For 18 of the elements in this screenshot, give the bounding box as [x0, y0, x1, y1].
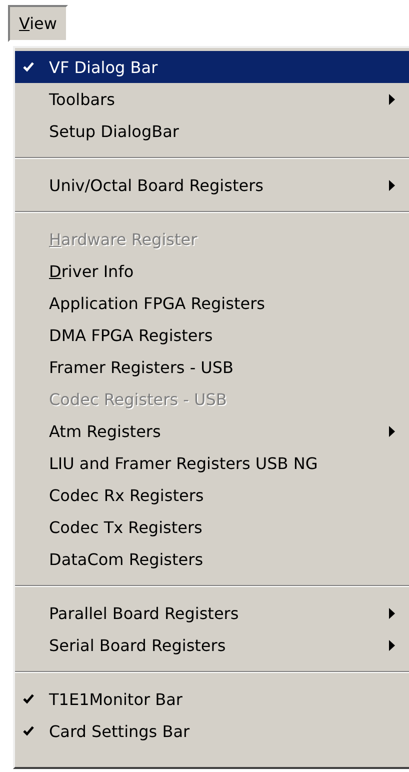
menu-item[interactable]: DataCom Registers — [15, 543, 409, 575]
menu-item[interactable]: T1E1Monitor Bar — [15, 683, 409, 715]
menu-item[interactable]: Codec Rx Registers — [15, 479, 409, 511]
menu-item[interactable]: Toolbars — [15, 83, 409, 115]
menu-item[interactable]: Card Settings Bar — [15, 715, 409, 747]
menu-item[interactable]: VF Dialog Bar — [15, 51, 409, 83]
menu-item[interactable]: Framer Registers - USB — [15, 351, 409, 383]
menu-item[interactable]: DMA FPGA Registers — [15, 319, 409, 351]
menu-item[interactable]: Parallel Board Registers — [15, 597, 409, 629]
menu-item[interactable]: Atm Registers — [15, 415, 409, 447]
menu-item[interactable]: Univ/Octal Board Registers — [15, 169, 409, 201]
menu-item[interactable]: Driver Info — [15, 255, 409, 287]
view-menu[interactable]: View — [8, 5, 68, 42]
menu-item[interactable]: Codec Tx Registers — [15, 511, 409, 543]
menu-item[interactable]: Setup DialogBar — [15, 115, 409, 147]
menu-item[interactable]: Serial Board Registers — [15, 629, 409, 661]
menu-item[interactable]: LIU and Framer Registers USB NG — [15, 447, 409, 479]
menu-item[interactable]: Application FPGA Registers — [15, 287, 409, 319]
